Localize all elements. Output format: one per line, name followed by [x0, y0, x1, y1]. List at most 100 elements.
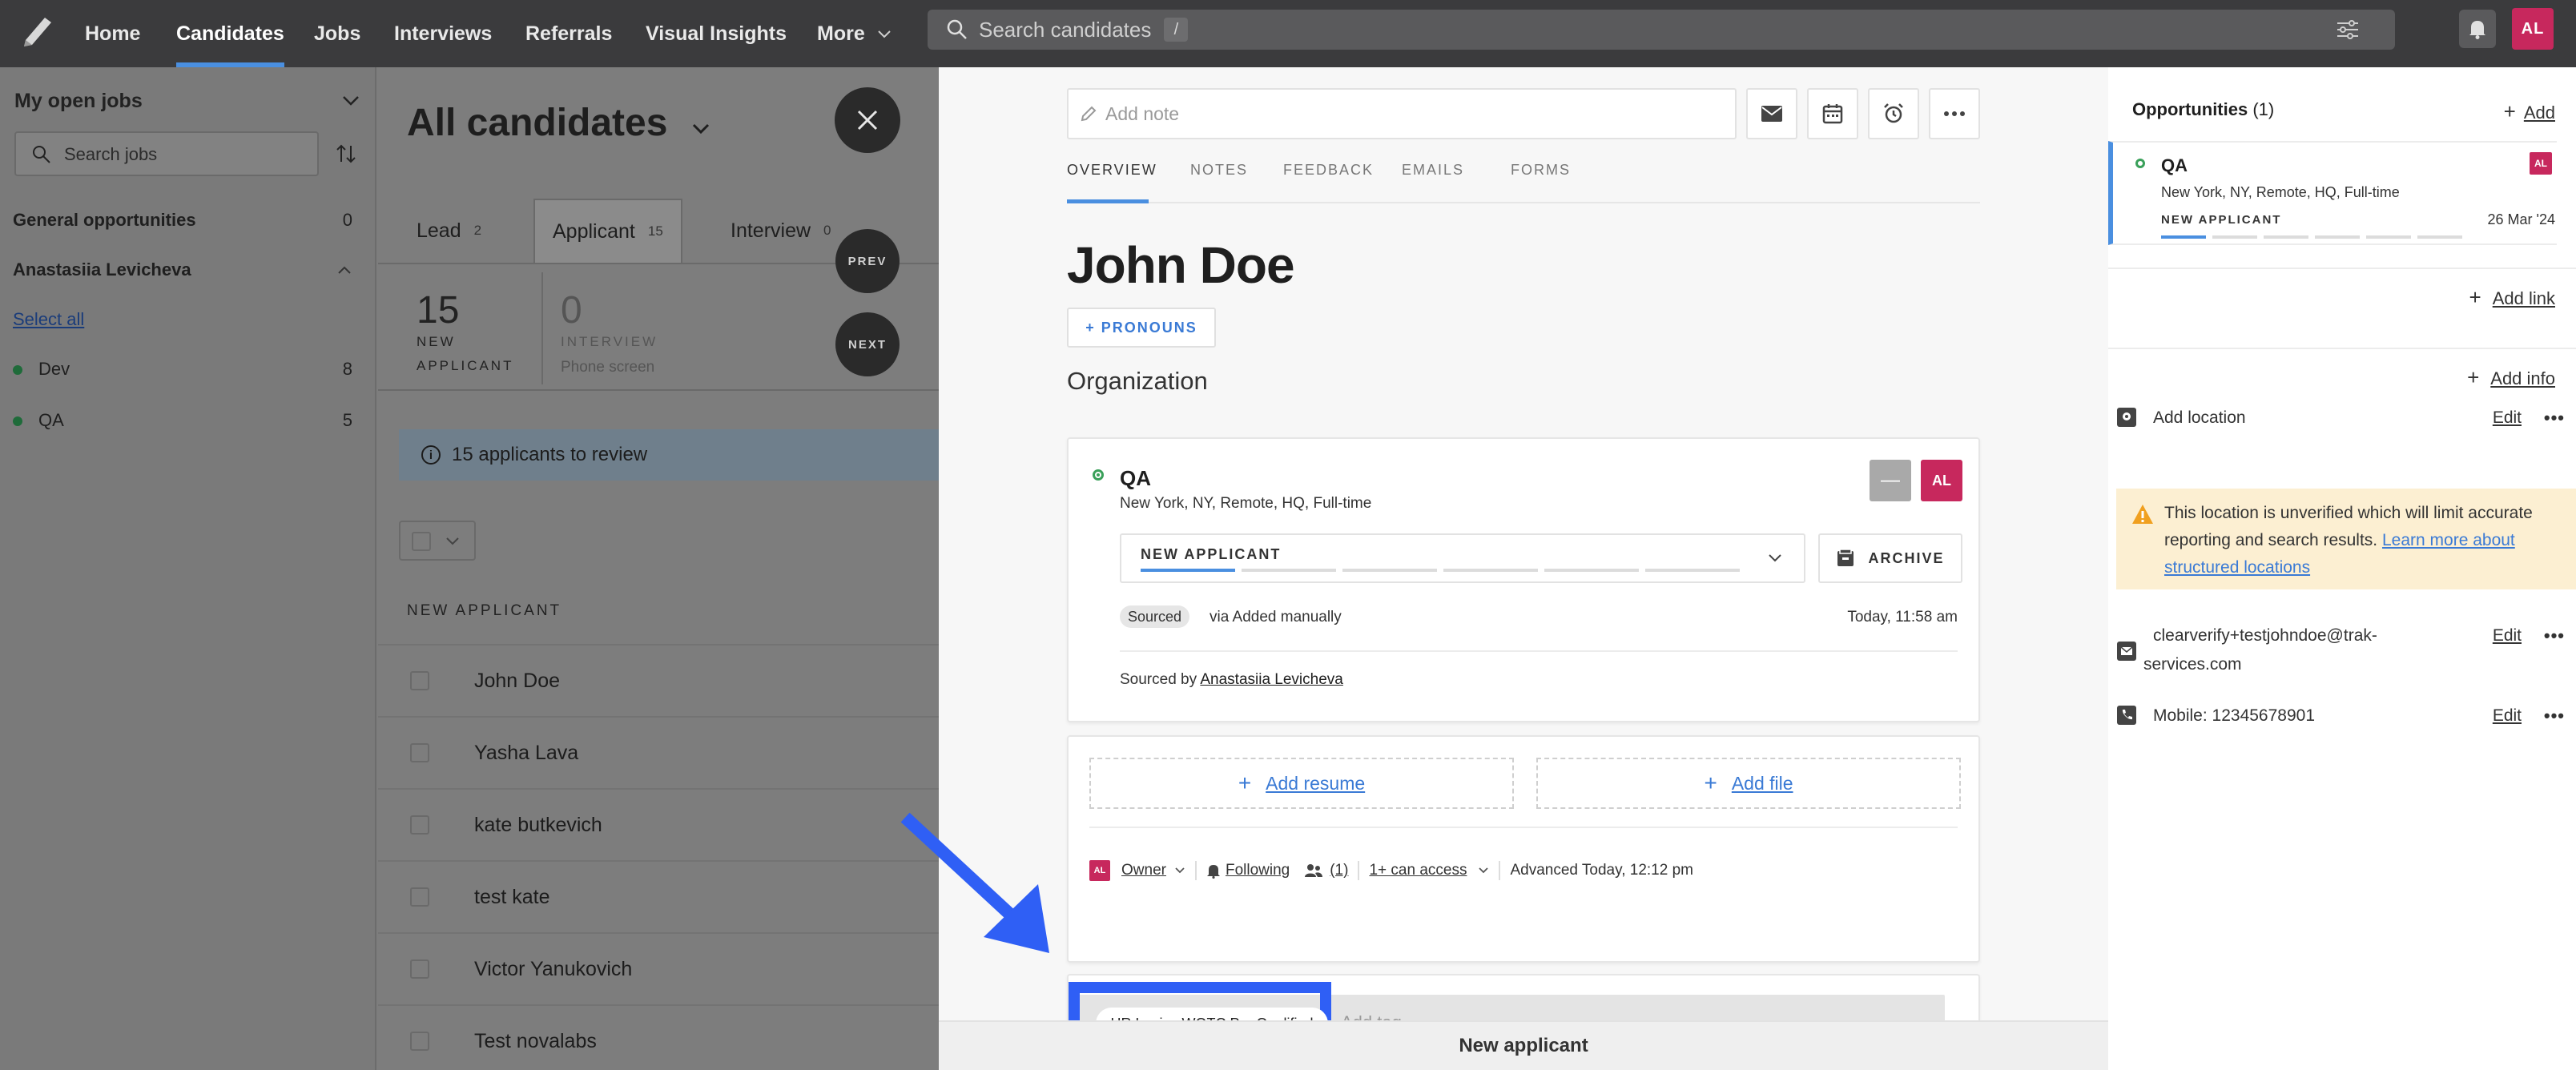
owner-avatar[interactable]: AL — [1921, 460, 1962, 501]
edit-email-button[interactable]: Edit — [2493, 621, 2522, 650]
add-note-input[interactable]: Add note — [1067, 88, 1737, 139]
new-applicant-count[interactable]: 15 — [417, 288, 459, 332]
sourced-by-link[interactable]: Anastasiia Levicheva — [1200, 671, 1343, 688]
add-opportunity-button[interactable]: + Add — [2504, 99, 2555, 124]
source-timestamp: Today, 11:58 am — [1847, 609, 1958, 626]
general-opportunities-count: 0 — [342, 210, 352, 230]
add-pronouns-button[interactable]: + PRONOUNS — [1067, 308, 1216, 348]
placeholder-avatar[interactable]: — — [1870, 460, 1911, 501]
nav-jobs[interactable]: Jobs — [314, 0, 360, 67]
sidebar-item-qa[interactable]: QA — [13, 410, 64, 431]
tab-forms[interactable]: FORMS — [1511, 162, 1571, 203]
row-checkbox[interactable] — [410, 887, 429, 907]
nav-referrals[interactable]: Referrals — [525, 0, 612, 67]
nav-candidates[interactable]: Candidates — [176, 0, 284, 67]
candidate-name[interactable]: kate butkevich — [474, 814, 602, 837]
add-file-button[interactable]: + Add file — [1536, 758, 1961, 809]
search-jobs-input[interactable]: Search jobs — [14, 131, 319, 176]
sort-icon[interactable] — [335, 143, 357, 165]
notifications-button[interactable] — [2459, 10, 2496, 48]
interview-label: INTERVIEW — [561, 334, 658, 349]
location-more-button[interactable]: ••• — [2544, 404, 2565, 432]
opportunity-title[interactable]: QA — [1120, 466, 1151, 491]
tab-notes[interactable]: NOTES — [1190, 162, 1248, 203]
page-title[interactable]: All candidates — [407, 101, 710, 145]
nav-interviews[interactable]: Interviews — [394, 0, 492, 67]
candidate-name[interactable]: Yasha Lava — [474, 742, 578, 765]
candidate-name[interactable]: John Doe — [474, 670, 560, 693]
candidate-name[interactable]: John Doe — [1067, 235, 1295, 295]
current-stage-bar[interactable]: New applicant — [939, 1020, 2108, 1070]
table-row[interactable]: Victor Yanukovich — [378, 932, 939, 1004]
next-candidate-button[interactable]: NEXT — [835, 312, 900, 376]
logo-icon[interactable] — [21, 13, 56, 48]
access-dropdown[interactable]: 1+ can access — [1369, 862, 1467, 879]
organization-field[interactable]: Organization — [1067, 367, 1208, 396]
opportunity-list-item[interactable]: QA New York, NY, Remote, HQ, Full-time N… — [2108, 141, 2557, 245]
email-more-button[interactable]: ••• — [2544, 621, 2565, 650]
candidate-name[interactable]: Test novalabs — [474, 1030, 597, 1053]
row-checkbox[interactable] — [410, 1032, 429, 1051]
add-resume-label: Add resume — [1266, 772, 1366, 794]
schedule-button[interactable] — [1807, 88, 1858, 139]
tab-lead[interactable]: Lead 2 — [417, 199, 481, 263]
close-profile-button[interactable] — [835, 87, 900, 153]
edit-phone-button[interactable]: Edit — [2493, 702, 2522, 730]
prev-candidate-button[interactable]: PREV — [835, 229, 900, 293]
row-checkbox[interactable] — [410, 671, 429, 690]
tab-emails[interactable]: EMAILS — [1402, 162, 1464, 203]
opportunity-title: QA — [2161, 155, 2188, 175]
close-icon — [857, 110, 878, 131]
interview-count[interactable]: 0 — [561, 288, 582, 332]
row-checkbox[interactable] — [410, 743, 429, 762]
archive-button[interactable]: ARCHIVE — [1818, 533, 1962, 583]
following-toggle[interactable]: Following — [1226, 862, 1290, 879]
chevron-up-icon[interactable] — [336, 264, 352, 276]
search-candidates-input[interactable]: Search candidates / — [928, 10, 2395, 50]
edit-location-button[interactable]: Edit — [2493, 404, 2522, 432]
chevron-down-icon — [878, 30, 891, 38]
ownership-row: AL Owner Following (1) 1+ can access Adv… — [1089, 859, 1693, 883]
profile-tabs: OVERVIEW NOTES FEEDBACK EMAILS FORMS — [1067, 162, 1980, 203]
nav-home[interactable]: Home — [85, 0, 140, 67]
sidebar-item-dev[interactable]: Dev — [13, 359, 70, 380]
bulk-select-dropdown[interactable] — [399, 521, 476, 561]
row-checkbox[interactable] — [410, 815, 429, 835]
candidate-name[interactable]: test kate — [474, 886, 550, 909]
phone-more-button[interactable]: ••• — [2544, 702, 2565, 730]
table-row[interactable]: test kate — [378, 860, 939, 932]
bulk-checkbox[interactable] — [412, 532, 431, 551]
table-row[interactable]: Yasha Lava — [378, 716, 939, 788]
add-link-button[interactable]: + Add link — [2469, 285, 2555, 310]
nav-visual-insights[interactable]: Visual Insights — [646, 0, 787, 67]
filter-sliders-icon[interactable] — [2336, 19, 2360, 40]
owner-dropdown[interactable]: Owner — [1121, 862, 1166, 879]
tab-feedback[interactable]: FEEDBACK — [1283, 162, 1374, 203]
reminder-button[interactable] — [1868, 88, 1919, 139]
table-row[interactable]: kate butkevich — [378, 788, 939, 860]
row-checkbox[interactable] — [410, 959, 429, 979]
more-actions-button[interactable] — [1929, 88, 1980, 139]
mobile-value[interactable]: Mobile: 12345678901 — [2153, 702, 2315, 730]
nav-more[interactable]: More — [817, 0, 892, 67]
followers-count[interactable]: (1) — [1330, 862, 1348, 879]
table-row[interactable]: Test novalabs — [378, 1004, 939, 1070]
add-location[interactable]: Add location — [2153, 404, 2246, 432]
add-info-button[interactable]: + Add info — [2467, 365, 2555, 390]
email-value[interactable]: clearverify+testjohndoe@trak- — [2153, 621, 2377, 650]
owner-group[interactable]: Anastasiia Levicheva — [13, 259, 191, 280]
tab-interview[interactable]: Interview 0 — [731, 199, 831, 263]
chevron-down-icon[interactable] — [341, 95, 360, 107]
table-row[interactable]: John Doe — [378, 644, 939, 716]
general-opportunities[interactable]: General opportunities — [13, 210, 196, 231]
email-button[interactable] — [1746, 88, 1797, 139]
divider — [2108, 348, 2576, 349]
tab-overview[interactable]: OVERVIEW — [1067, 162, 1156, 203]
user-avatar[interactable]: AL — [2512, 8, 2554, 50]
select-all-link[interactable]: Select all — [13, 309, 84, 330]
tab-applicant[interactable]: Applicant 15 — [533, 199, 682, 263]
candidate-name[interactable]: Victor Yanukovich — [474, 958, 632, 981]
stage-select[interactable]: NEW APPLICANT — [1120, 533, 1805, 583]
add-note-placeholder: Add note — [1105, 103, 1180, 124]
add-resume-button[interactable]: + Add resume — [1089, 758, 1514, 809]
